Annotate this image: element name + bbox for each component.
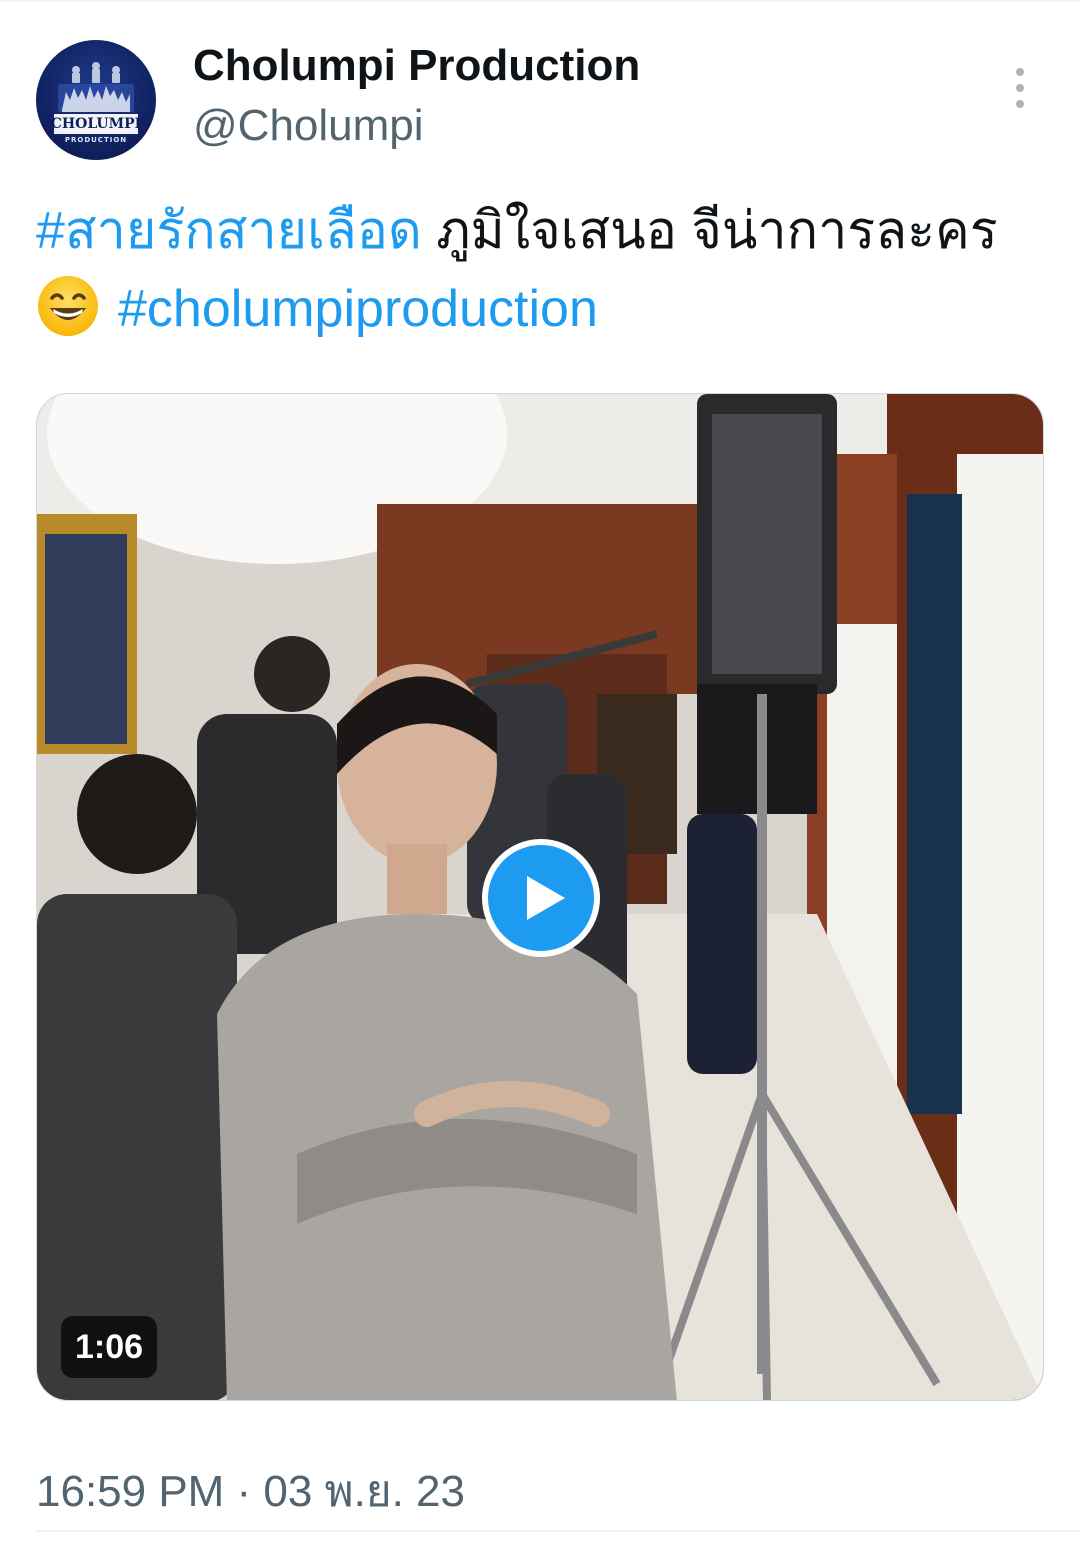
video-duration: 1:06 — [61, 1316, 158, 1378]
hashtag-link-2[interactable]: #cholumpiproduction — [118, 280, 598, 338]
avatar[interactable]: CHOLUMPI PRODUCTION — [36, 40, 156, 160]
author-display-name[interactable]: Cholumpi Production — [193, 40, 640, 92]
top-divider — [0, 0, 1080, 2]
author-handle[interactable]: @Cholumpi — [193, 100, 424, 152]
hashtag-link-1[interactable]: #สายรักสายเลือด — [36, 202, 422, 260]
more-options-button[interactable] — [1000, 64, 1040, 112]
tweet-timestamp[interactable]: 16:59 PM · 03 พ.ย. 23 — [36, 1462, 465, 1522]
grinning-face-icon — [36, 274, 100, 338]
more-vertical-icon — [1016, 68, 1024, 76]
cholumpi-logo-icon: CHOLUMPI PRODUCTION — [51, 62, 141, 144]
bottom-divider — [36, 1530, 1080, 1532]
play-icon — [527, 876, 565, 920]
tweet-body: ภูมิใจเสนอ จีน่าการละคร — [421, 202, 998, 260]
video-player[interactable]: 1:06 — [36, 393, 1044, 1401]
tweet-detail: CHOLUMPI PRODUCTION Cholumpi Production … — [0, 0, 1080, 1544]
tweet-text: #สายรักสายเลือด ภูมิใจเสนอ จีน่าการละคร … — [36, 192, 1046, 348]
play-button[interactable] — [482, 839, 600, 957]
svg-text:PRODUCTION: PRODUCTION — [65, 136, 127, 144]
svg-text:CHOLUMPI: CHOLUMPI — [51, 116, 141, 132]
